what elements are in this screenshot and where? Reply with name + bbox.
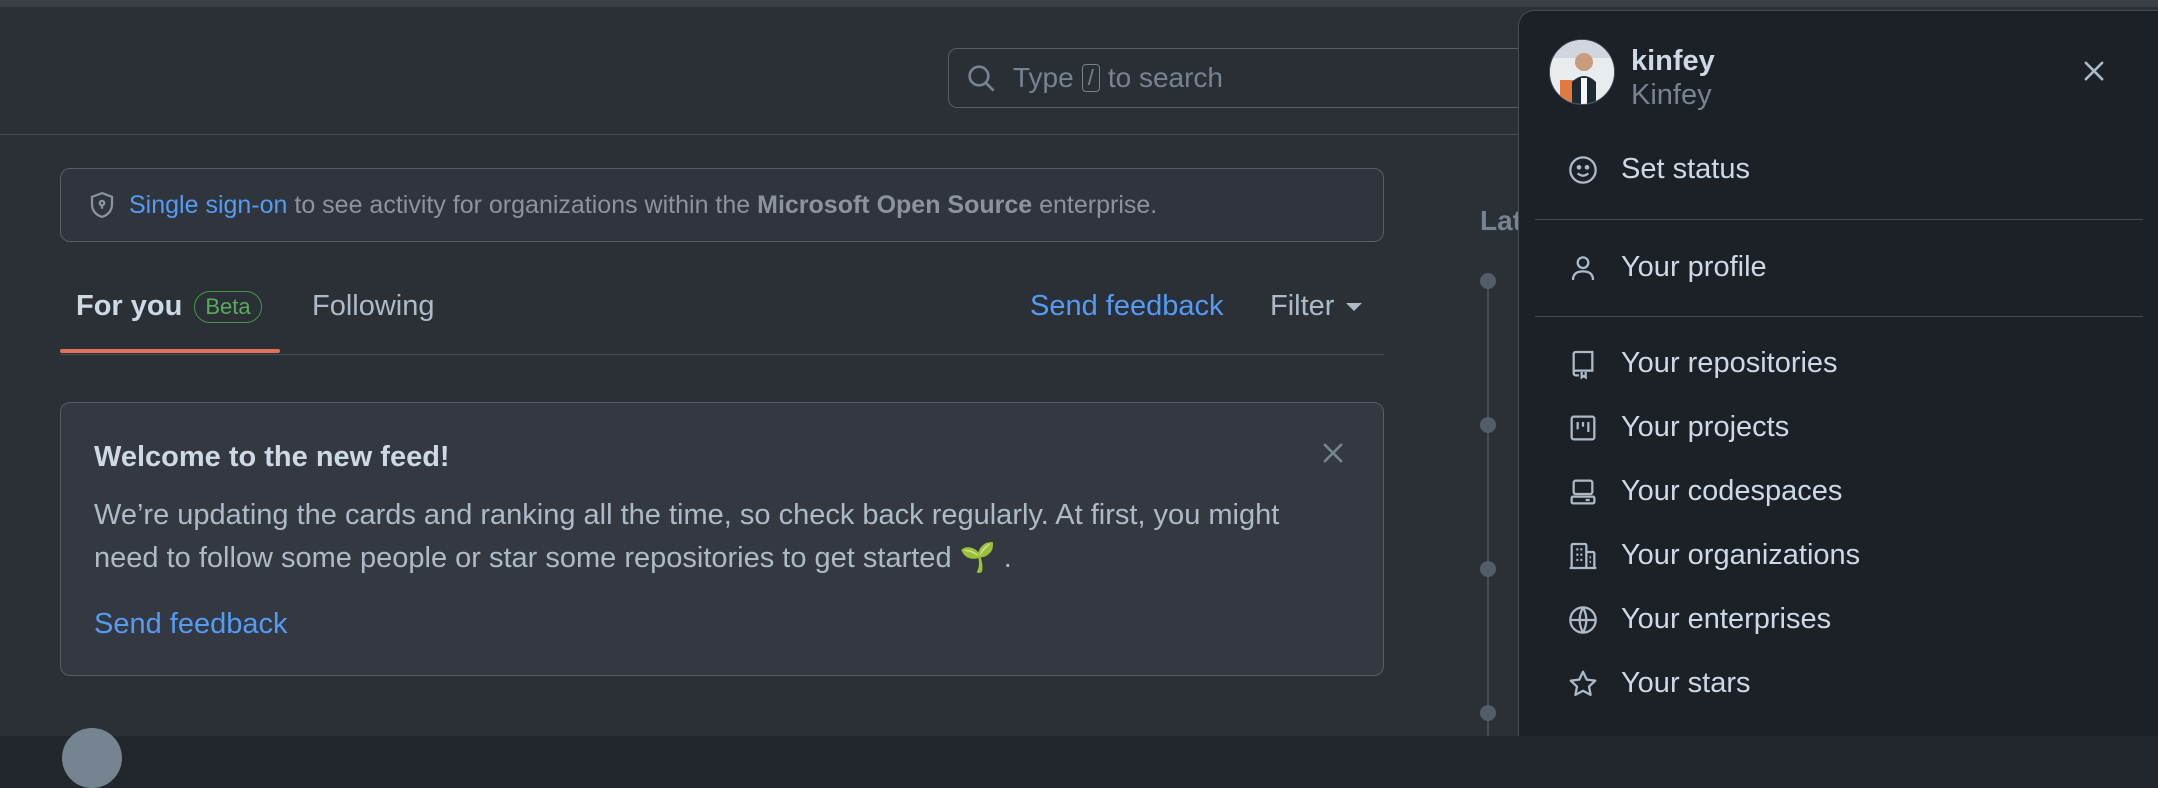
user-photo-icon xyxy=(1550,40,1614,104)
enterprise-name: Microsoft Open Source xyxy=(757,190,1033,219)
timeline-dot xyxy=(1480,417,1496,433)
filter-button[interactable]: Filter xyxy=(1270,290,1363,323)
tab-for-you-label: For you xyxy=(76,290,183,322)
menu-divider xyxy=(1535,219,2143,220)
welcome-card-feedback-link[interactable]: Send feedback xyxy=(94,608,287,641)
menu-item-your-projects[interactable]: Your projects xyxy=(1567,411,1789,444)
menu-item-set-status[interactable]: Set status xyxy=(1567,153,1750,186)
globe-icon xyxy=(1569,605,1597,634)
beta-badge: Beta xyxy=(194,291,262,324)
menu-item-label: Your stars xyxy=(1621,667,1751,699)
menu-item-label: Your projects xyxy=(1621,411,1790,443)
close-icon[interactable] xyxy=(1319,439,1347,467)
repo-icon xyxy=(1572,350,1594,379)
menu-item-label: Your repositories xyxy=(1621,347,1838,379)
welcome-card-body: We’re updating the cards and ranking all… xyxy=(94,499,1280,574)
sso-link[interactable]: Single sign-on xyxy=(129,191,287,220)
search-shortcut-key: / xyxy=(1081,64,1100,92)
sso-text: to see activity for organizations within… xyxy=(287,190,1158,219)
avatar xyxy=(1549,39,1615,105)
filter-label: Filter xyxy=(1270,290,1335,322)
timeline-dot xyxy=(1480,561,1496,577)
latest-changes-heading: Lat xyxy=(1480,205,1522,236)
welcome-card-title: Welcome to the new feed! xyxy=(94,441,450,473)
feed-tabs: For you Beta Following Send feedback Filt… xyxy=(60,272,1384,355)
active-tab-indicator xyxy=(60,349,280,353)
person-icon xyxy=(1571,255,1595,280)
star-icon xyxy=(1569,670,1597,696)
timeline-line xyxy=(1487,280,1489,736)
menu-item-label: Your codespaces xyxy=(1621,475,1843,507)
menu-item-your-organizations[interactable]: Your organizations xyxy=(1567,539,1860,572)
menu-item-your-enterprises[interactable]: Your enterprises xyxy=(1567,603,1831,636)
user-display-name: Kinfey xyxy=(1631,79,1712,111)
welcome-card: Welcome to the new feed! We’re updating … xyxy=(60,402,1384,676)
search-input[interactable]: Type / to search xyxy=(948,48,1568,108)
menu-item-your-stars[interactable]: Your stars xyxy=(1567,667,1751,700)
codespaces-icon xyxy=(1570,479,1596,504)
menu-item-your-codespaces[interactable]: Your codespaces xyxy=(1567,475,1842,508)
avatar[interactable] xyxy=(62,728,122,788)
sso-banner: Single sign-on to see activity for organ… xyxy=(60,168,1384,242)
menu-item-label: Set status xyxy=(1621,153,1750,185)
user-login: kinfey xyxy=(1631,45,1715,77)
menu-divider xyxy=(1535,316,2143,317)
menu-item-your-repositories[interactable]: Your repositories xyxy=(1567,347,1838,380)
tab-for-you[interactable]: For you Beta xyxy=(76,290,262,324)
search-icon xyxy=(968,65,995,92)
tab-following[interactable]: Following xyxy=(312,290,435,323)
project-icon xyxy=(1570,415,1596,440)
send-feedback-link[interactable]: Send feedback xyxy=(1030,290,1223,323)
menu-item-label: Your enterprises xyxy=(1621,603,1832,635)
menu-item-label: Your organizations xyxy=(1621,539,1861,571)
search-suffix: to search xyxy=(1107,62,1223,93)
smiley-icon xyxy=(1569,155,1597,184)
caret-down-icon xyxy=(1346,303,1363,312)
user-menu-panel: kinfey Kinfey Set status Your profile Yo… xyxy=(1518,10,2158,736)
timeline-dot xyxy=(1480,705,1496,721)
window-top-border xyxy=(0,0,2158,7)
shield-lock-icon xyxy=(90,191,114,219)
timeline-dot xyxy=(1480,273,1496,289)
menu-item-your-profile[interactable]: Your profile xyxy=(1567,251,1767,284)
close-icon[interactable] xyxy=(2080,57,2108,85)
search-prefix: Type xyxy=(1013,62,1074,93)
organization-icon xyxy=(1569,542,1597,569)
menu-item-label: Your profile xyxy=(1621,251,1767,283)
